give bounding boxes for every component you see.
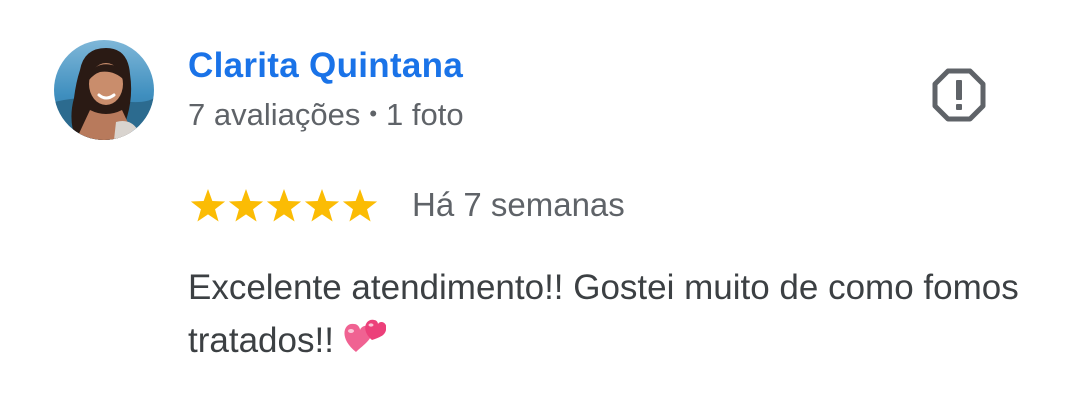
author-name-link[interactable]: Clarita Quintana [188, 46, 463, 86]
star-rating [190, 189, 378, 222]
star-icon [228, 189, 264, 222]
author-avatar[interactable] [54, 40, 154, 140]
report-button[interactable] [930, 66, 988, 124]
report-octagon-icon [932, 68, 986, 122]
star-icon [304, 189, 340, 222]
review-date: Há 7 semanas [412, 186, 625, 223]
star-icon [190, 189, 226, 222]
author-meta: 7 avaliações • 1 foto [188, 97, 464, 133]
review-text-body: Excelente atendimento!! Gostei muito de … [188, 268, 1019, 360]
review-card: Clarita Quintana 7 avaliações • 1 foto Há … [0, 0, 1079, 413]
star-icon [342, 189, 378, 222]
two-hearts-emoji [342, 314, 387, 373]
star-icon [266, 189, 302, 222]
photos-count: 1 foto [386, 97, 464, 132]
review-text: Excelente atendimento!! Gostei muito de … [188, 262, 1048, 373]
reviews-count: 7 avaliações [188, 97, 361, 132]
meta-separator: • [369, 101, 378, 126]
